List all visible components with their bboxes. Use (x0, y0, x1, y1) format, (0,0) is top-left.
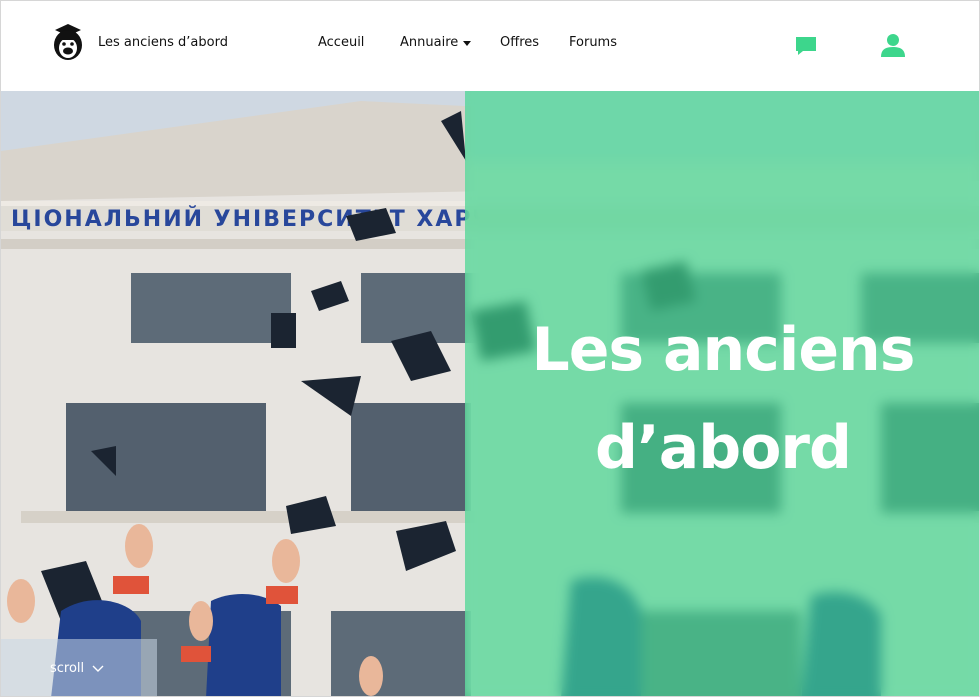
chat-bubble-icon[interactable] (795, 35, 817, 57)
nav-link-forums[interactable]: Forums (569, 35, 617, 50)
top-navbar: Les anciens d’abord Acceuil Annuaire Off… (1, 1, 979, 91)
hero-title-line-1: Les anciens (531, 315, 916, 385)
caret-down-icon (463, 41, 472, 46)
nav-link-annuaire-label: Annuaire (400, 35, 459, 50)
nav-link-offres[interactable]: Offres (500, 35, 539, 50)
gorilla-graduate-icon[interactable] (51, 21, 85, 63)
hero-section: ЦІОНАЛЬНИЙ УНІВЕРСИТЕТ ХАРЧОВИХ ТЕХНОЛОГ… (1, 91, 979, 696)
scroll-button[interactable]: scroll (1, 639, 157, 696)
page-frame: Les anciens d’abord Acceuil Annuaire Off… (0, 0, 980, 697)
hero-title-line-2: d’abord (595, 413, 852, 483)
chevron-down-icon (92, 665, 104, 672)
hero-title: Les anciens d’abord (465, 301, 979, 497)
user-icon[interactable] (880, 32, 906, 58)
brand-name[interactable]: Les anciens d’abord (98, 35, 228, 50)
nav-link-annuaire[interactable]: Annuaire (400, 35, 472, 50)
scroll-label: scroll (50, 661, 85, 676)
nav-link-acceuil[interactable]: Acceuil (318, 35, 364, 50)
